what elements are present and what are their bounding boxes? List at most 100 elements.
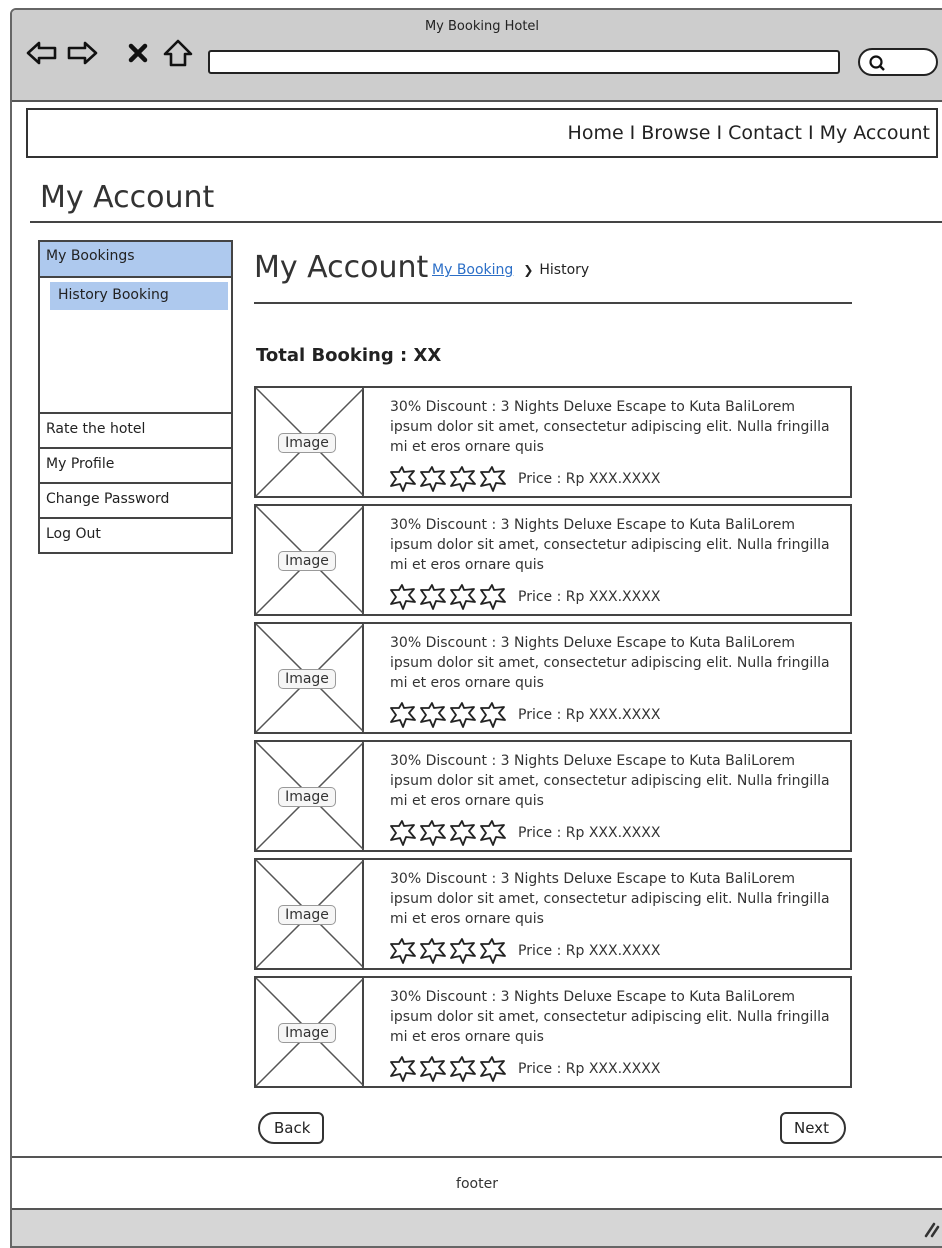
star-icon[interactable] [448, 820, 478, 846]
star-icon[interactable] [478, 466, 508, 492]
image-label: Image [278, 669, 336, 689]
image-label: Image [278, 787, 336, 807]
star-icon[interactable] [388, 938, 418, 964]
booking-description: 30% Discount : 3 Nights Deluxe Escape to… [390, 517, 830, 573]
image-placeholder: Image [256, 388, 364, 496]
star-icon[interactable] [388, 584, 418, 610]
star-icon[interactable] [388, 466, 418, 492]
image-label: Image [278, 433, 336, 453]
rating: Price : Rp XXX.XXXX [388, 820, 660, 846]
divider [254, 302, 852, 304]
booking-card[interactable]: Image 30% Discount : 3 Nights Deluxe Esca… [254, 504, 852, 616]
arrow-right-icon[interactable] [66, 38, 98, 68]
star-icon[interactable] [418, 466, 448, 492]
booking-card[interactable]: Image 30% Discount : 3 Nights Deluxe Esca… [254, 858, 852, 970]
star-icon[interactable] [418, 1056, 448, 1082]
booking-price: Price : Rp XXX.XXXX [518, 471, 661, 487]
back-button[interactable]: Back [258, 1112, 324, 1144]
top-navigation: Home I Browse I Contact I My Account [26, 108, 938, 158]
search-box[interactable] [858, 48, 938, 76]
rating: Price : Rp XXX.XXXX [388, 1056, 660, 1082]
star-icon[interactable] [478, 702, 508, 728]
rating: Price : Rp XXX.XXXX [388, 584, 660, 610]
star-icon[interactable] [448, 1056, 478, 1082]
footer: footer [456, 1176, 498, 1192]
booking-card[interactable]: Image 30% Discount : 3 Nights Deluxe Esca… [254, 386, 852, 498]
booking-description: 30% Discount : 3 Nights Deluxe Escape to… [390, 989, 830, 1045]
star-icon[interactable] [388, 702, 418, 728]
star-icon[interactable] [448, 938, 478, 964]
star-icon[interactable] [478, 1056, 508, 1082]
status-bar [12, 1210, 942, 1246]
star-icon[interactable] [448, 584, 478, 610]
sidebar-item-rate-hotel[interactable]: Rate the hotel [38, 414, 233, 449]
breadcrumb-link-my-booking[interactable]: My Booking [432, 262, 513, 278]
nav-separator: I [716, 122, 723, 144]
rating: Price : Rp XXX.XXXX [388, 702, 660, 728]
page-title: My Account [40, 180, 215, 215]
image-placeholder: Image [256, 506, 364, 614]
divider [12, 1156, 942, 1158]
image-label: Image [278, 905, 336, 925]
sidebar-bookings-group: My Bookings History Booking [38, 240, 233, 414]
booking-description: 30% Discount : 3 Nights Deluxe Escape to… [390, 399, 830, 455]
booking-price: Price : Rp XXX.XXXX [518, 707, 661, 723]
booking-price: Price : Rp XXX.XXXX [518, 589, 661, 605]
sidebar-item-history-booking[interactable]: History Booking [50, 282, 228, 310]
star-icon[interactable] [418, 820, 448, 846]
star-icon[interactable] [388, 1056, 418, 1082]
image-placeholder: Image [256, 978, 364, 1086]
breadcrumb-current: History [539, 262, 590, 278]
image-label: Image [278, 551, 336, 571]
divider [30, 221, 942, 223]
home-icon[interactable] [162, 38, 194, 68]
total-booking: Total Booking : XX [256, 345, 442, 366]
booking-price: Price : Rp XXX.XXXX [518, 825, 661, 841]
rating: Price : Rp XXX.XXXX [388, 938, 660, 964]
star-icon[interactable] [388, 820, 418, 846]
search-icon [869, 55, 885, 71]
star-icon[interactable] [478, 584, 508, 610]
browser-window: My Booking Hotel Home I Browse I Contact… [10, 8, 942, 1248]
sidebar-item-log-out[interactable]: Log Out [38, 519, 233, 554]
image-placeholder: Image [256, 860, 364, 968]
booking-price: Price : Rp XXX.XXXX [518, 1061, 661, 1077]
booking-card[interactable]: Image 30% Discount : 3 Nights Deluxe Esca… [254, 740, 852, 852]
booking-price: Price : Rp XXX.XXXX [518, 943, 661, 959]
window-title: My Booking Hotel [424, 19, 540, 34]
image-label: Image [278, 1023, 336, 1043]
star-icon[interactable] [448, 702, 478, 728]
star-icon[interactable] [448, 466, 478, 492]
sidebar-item-my-profile[interactable]: My Profile [38, 449, 233, 484]
nav-home[interactable]: Home [568, 122, 624, 144]
arrow-left-icon[interactable] [26, 38, 58, 68]
star-icon[interactable] [478, 820, 508, 846]
nav-my-account[interactable]: My Account [820, 122, 930, 144]
image-placeholder: Image [256, 742, 364, 850]
star-icon[interactable] [418, 702, 448, 728]
sidebar: My Bookings History Booking Rate the hot… [38, 240, 233, 554]
booking-description: 30% Discount : 3 Nights Deluxe Escape to… [390, 753, 830, 809]
star-icon[interactable] [478, 938, 508, 964]
resize-handle-icon[interactable] [918, 1218, 940, 1238]
booking-description: 30% Discount : 3 Nights Deluxe Escape to… [390, 635, 830, 691]
breadcrumb: My Booking ❯ History [432, 262, 589, 278]
next-button[interactable]: Next [780, 1112, 846, 1144]
star-icon[interactable] [418, 584, 448, 610]
nav-contact[interactable]: Contact [728, 122, 802, 144]
browser-toolbar: My Booking Hotel [12, 10, 942, 102]
nav-separator: I [807, 122, 814, 144]
nav-browse[interactable]: Browse [641, 122, 710, 144]
address-bar[interactable] [208, 50, 840, 74]
close-icon[interactable] [126, 38, 150, 68]
nav-separator: I [629, 122, 636, 144]
sidebar-item-change-password[interactable]: Change Password [38, 484, 233, 519]
booking-card[interactable]: Image 30% Discount : 3 Nights Deluxe Esca… [254, 622, 852, 734]
rating: Price : Rp XXX.XXXX [388, 466, 660, 492]
booking-card[interactable]: Image 30% Discount : 3 Nights Deluxe Esca… [254, 976, 852, 1088]
sidebar-item-my-bookings[interactable]: My Bookings [40, 242, 231, 278]
star-icon[interactable] [418, 938, 448, 964]
content-title: My Account [254, 250, 429, 285]
booking-list: Image 30% Discount : 3 Nights Deluxe Esca… [254, 386, 852, 1094]
